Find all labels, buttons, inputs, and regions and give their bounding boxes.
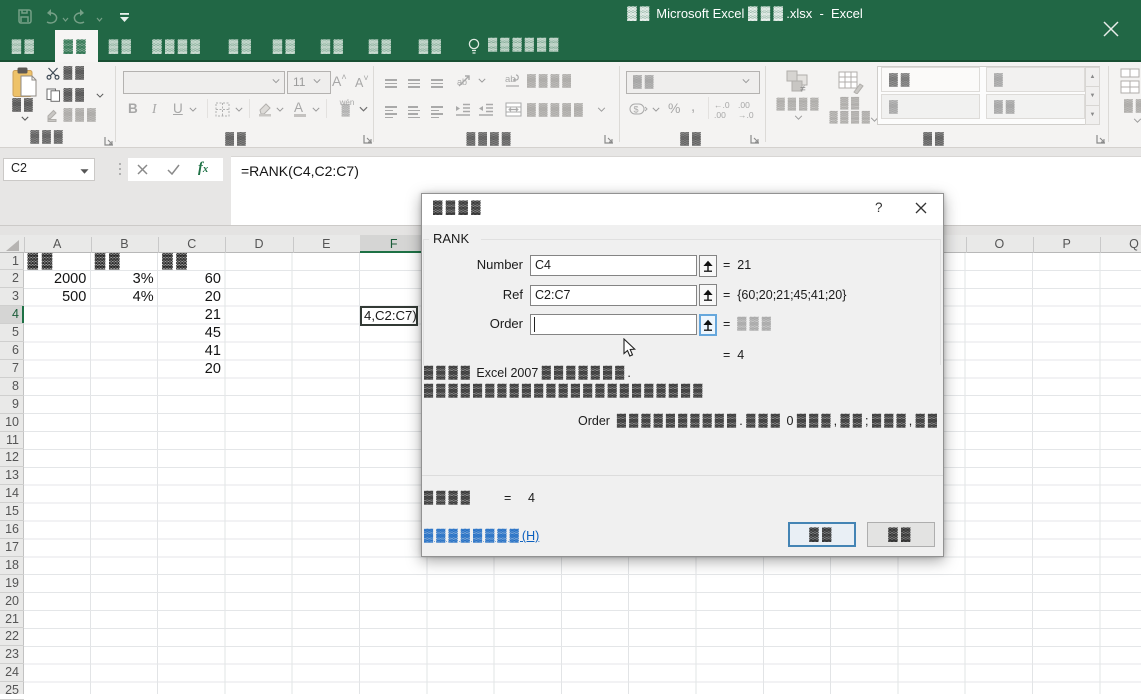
svg-text:$: $ [634, 105, 639, 115]
svg-text:ab: ab [457, 77, 467, 87]
svg-text:≠: ≠ [800, 84, 806, 94]
